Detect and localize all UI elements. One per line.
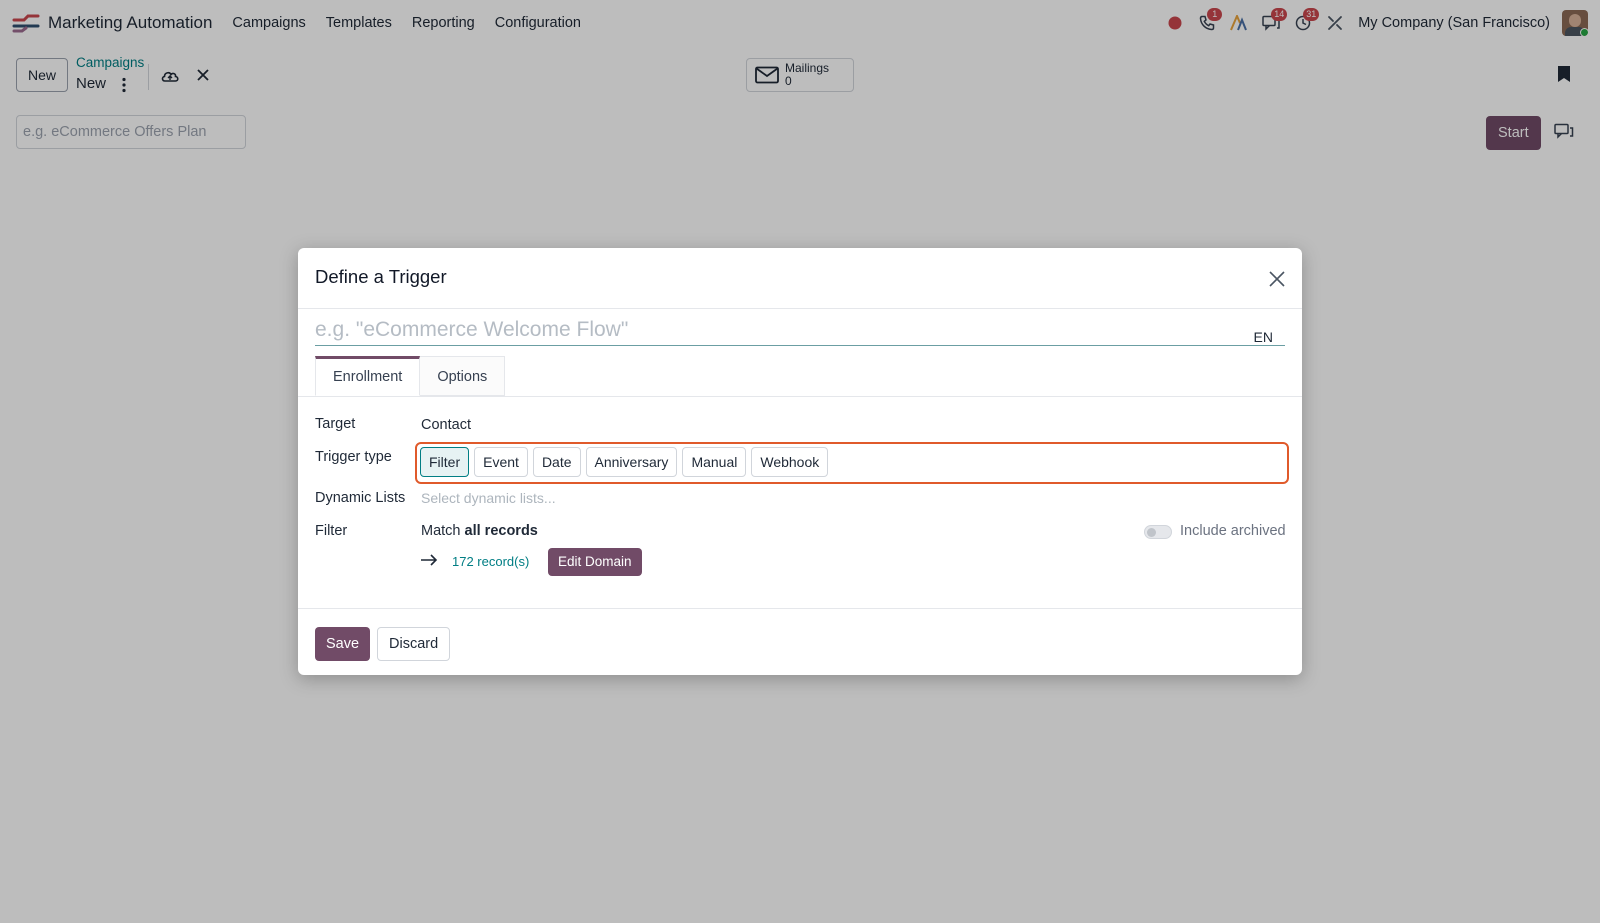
trigger-type-date[interactable]: Date: [532, 447, 581, 477]
tab-enrollment[interactable]: Enrollment: [315, 356, 421, 396]
close-icon[interactable]: [1268, 270, 1286, 288]
discard-button[interactable]: Discard: [377, 627, 451, 661]
tab-options[interactable]: Options: [420, 356, 506, 396]
trigger-type-anniversary[interactable]: Anniversary: [585, 447, 678, 477]
footer-divider: [298, 608, 1302, 609]
dialog-tabs: Enrollment Options: [315, 356, 506, 396]
trigger-type-event[interactable]: Event: [474, 447, 528, 477]
header-divider: [298, 308, 1302, 309]
language-button[interactable]: EN: [1254, 323, 1273, 351]
edit-domain-button[interactable]: Edit Domain: [548, 548, 642, 576]
match-records-text: Match all records: [421, 523, 538, 539]
include-archived-toggle[interactable]: [1144, 525, 1172, 539]
trigger-type-label: Trigger type: [315, 449, 392, 465]
dialog-title: Define a Trigger: [315, 266, 447, 287]
filter-label: Filter: [315, 523, 348, 539]
trigger-name-placeholder: e.g. "eCommerce Welcome Flow": [315, 318, 629, 341]
match-scope: all records: [464, 523, 538, 539]
trigger-type-filter[interactable]: Filter: [420, 447, 470, 477]
trigger-type-webhook[interactable]: Webhook: [751, 447, 829, 477]
trigger-name-input[interactable]: e.g. "eCommerce Welcome Flow" EN: [315, 316, 1285, 346]
trigger-type-selector: Filter Event Date Anniversary Manual Web…: [415, 442, 1289, 484]
include-archived-label: Include archived: [1180, 523, 1286, 539]
trigger-type-manual[interactable]: Manual: [682, 447, 747, 477]
tabs-divider: [298, 396, 1302, 397]
save-button[interactable]: Save: [315, 627, 371, 661]
match-prefix: Match: [421, 523, 461, 539]
records-count-link[interactable]: 172 record(s): [452, 554, 529, 569]
target-label: Target: [315, 416, 356, 432]
dynamic-lists-input[interactable]: Select dynamic lists...: [421, 490, 556, 506]
arrow-right-icon: [421, 554, 438, 566]
target-value: Contact: [421, 417, 471, 433]
define-trigger-dialog: Define a Trigger e.g. "eCommerce Welcome…: [298, 248, 1302, 675]
dynamic-lists-label: Dynamic Lists: [315, 490, 406, 506]
